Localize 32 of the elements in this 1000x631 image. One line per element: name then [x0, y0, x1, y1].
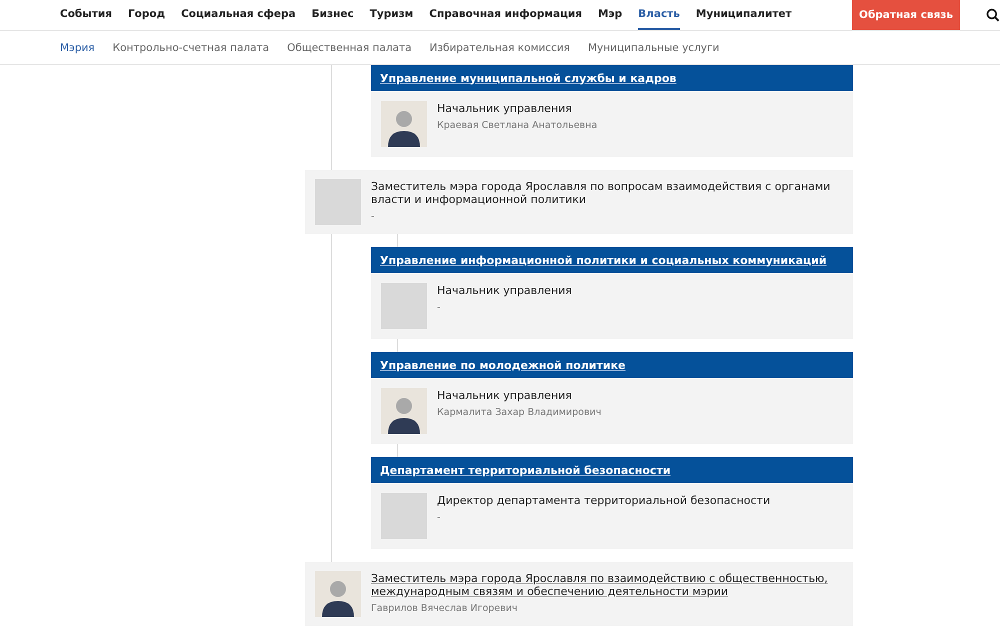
person-name: Краевая Светлана Анатольевна: [437, 120, 598, 131]
feedback-button[interactable]: Обратная связь: [852, 0, 960, 30]
nav-link[interactable]: Справочная информация: [429, 0, 582, 30]
nav-link[interactable]: Социальная сфера: [181, 0, 296, 30]
nav-link[interactable]: Муниципалитет: [696, 0, 792, 30]
nav-link[interactable]: События: [60, 0, 112, 30]
person-name: -: [437, 512, 442, 523]
department-link[interactable]: Управление информационной политики и социальных коммуникаций: [380, 254, 827, 266]
person-name: Гаврилов Вячеслав Игоревич: [371, 603, 519, 614]
department-link[interactable]: Департамент территориальной безопасности: [380, 464, 671, 476]
subnav-link[interactable]: Избирательная комиссия: [430, 42, 570, 54]
nav-link[interactable]: Бизнес: [312, 0, 354, 30]
nav-link[interactable]: Туризм: [370, 0, 414, 30]
nav-link[interactable]: Мэр: [598, 0, 622, 30]
subnav-link[interactable]: Мэрия: [60, 42, 95, 54]
person-name: Кармалита Захар Владимирович: [437, 407, 602, 418]
subnav-link[interactable]: Общественная палата: [287, 42, 412, 54]
subnav-link[interactable]: Контрольно-счетная палата: [112, 42, 270, 54]
position-title: Начальник управления: [437, 284, 572, 297]
nav-link[interactable]: Город: [128, 0, 166, 30]
position-title: Начальник управления: [437, 102, 573, 115]
deputy-title-link[interactable]: Заместитель мэра города Ярославля по взаимодействию с общественностью, международным связям и обеспечению деятельности мэрии: [371, 572, 843, 598]
position-title: Начальник управления: [437, 389, 573, 402]
subnav-link[interactable]: Муниципальные услуги: [588, 42, 720, 54]
person-name: -: [371, 211, 376, 222]
person-name: -: [437, 302, 442, 313]
department-link[interactable]: Управление муниципальной службы и кадров: [380, 72, 676, 84]
position-title: Директор департамента территориальной безопасности: [437, 494, 770, 507]
search-icon[interactable]: [986, 8, 1000, 22]
department-link[interactable]: Управление по молодежной политике: [380, 358, 626, 372]
deputy-title: Заместитель мэра города Ярославля по вопросам взаимодействия с органами власти и информационной политики: [371, 180, 832, 206]
nav-link[interactable]: Власть: [638, 0, 680, 30]
